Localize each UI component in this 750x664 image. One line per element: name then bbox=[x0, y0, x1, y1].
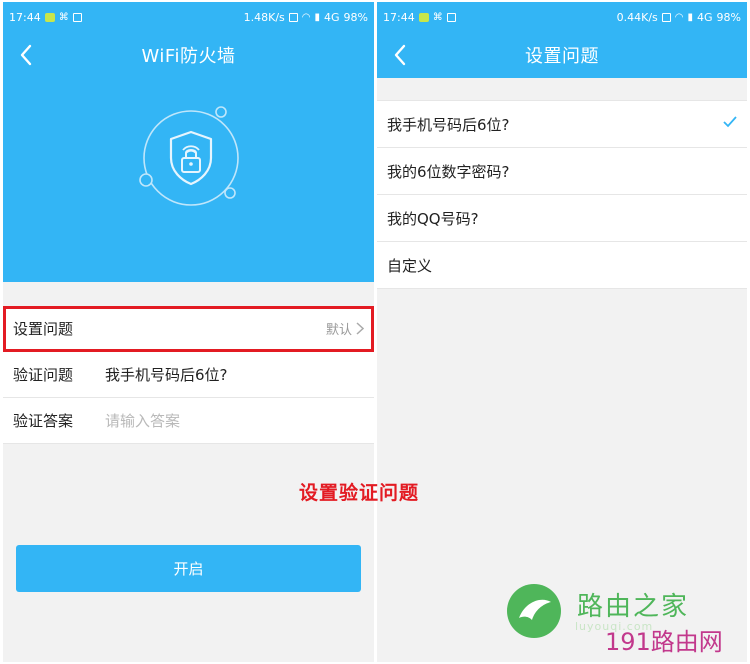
status-time: 17:44 bbox=[9, 10, 41, 24]
enable-button[interactable]: 开启 bbox=[16, 545, 361, 592]
wifi-icon: ◠ bbox=[674, 11, 684, 23]
title-bar: 设置问题 bbox=[377, 32, 747, 78]
left-screen: 17:44 ⌘ 1.48K/s ◠ ▮ 4G 98% WiFi防火墙 设置问题 … bbox=[3, 2, 374, 662]
hd-icon bbox=[288, 12, 298, 22]
back-arrow-icon[interactable] bbox=[15, 43, 39, 67]
question-option-label: 我手机号码后6位? bbox=[387, 115, 510, 134]
question-option-label: 我的QQ号码? bbox=[387, 209, 479, 228]
question-option[interactable]: 我的6位数字密码? bbox=[377, 148, 747, 195]
right-screen: 17:44 ⌘ 0.44K/s ◠ ▮ 4G 98% 设置问题 我手机号码后6位… bbox=[377, 2, 747, 662]
status-bar: 17:44 ⌘ 0.44K/s ◠ ▮ 4G 98% bbox=[377, 2, 747, 32]
annotation-caption: 设置验证问题 bbox=[299, 482, 420, 504]
network-type: 4G bbox=[697, 10, 713, 24]
answer-input[interactable]: 请输入答案 bbox=[105, 410, 180, 431]
chevron-right-icon bbox=[356, 322, 364, 335]
watermark: 路由之家 luyouqi.com 191路由网 bbox=[505, 582, 745, 662]
page-title: WiFi防火墙 bbox=[141, 46, 236, 67]
status-bar: 17:44 ⌘ 1.48K/s ◠ ▮ 4G 98% bbox=[3, 2, 374, 32]
wechat-icon bbox=[44, 12, 55, 22]
battery-level: 98% bbox=[716, 10, 741, 24]
firewall-hero bbox=[3, 78, 374, 282]
verify-answer-row: 验证答案 请输入答案 bbox=[3, 398, 374, 444]
signal-icon: ▮ bbox=[314, 11, 321, 23]
question-option-label: 自定义 bbox=[387, 256, 433, 275]
question-option[interactable]: 我的QQ号码? bbox=[377, 195, 747, 242]
verify-answer-label: 验证答案 bbox=[13, 412, 74, 430]
notification-icon: ⌘ bbox=[432, 11, 443, 23]
hd-icon bbox=[661, 12, 671, 22]
verify-question-label: 验证问题 bbox=[13, 366, 74, 384]
question-option[interactable]: 我手机号码后6位? bbox=[377, 101, 747, 148]
network-type: 4G bbox=[324, 10, 340, 24]
set-question-label: 设置问题 bbox=[13, 320, 74, 338]
shield-lock-icon bbox=[139, 106, 239, 206]
checkmark-icon bbox=[723, 116, 737, 128]
signal-icon: ▮ bbox=[687, 11, 694, 23]
wechat-icon bbox=[418, 12, 429, 22]
page-title: 设置问题 bbox=[525, 46, 599, 67]
question-option-label: 我的6位数字密码? bbox=[387, 162, 510, 181]
set-question-value: 默认 bbox=[325, 323, 352, 338]
verify-question-row: 验证问题 我手机号码后6位? bbox=[3, 352, 374, 398]
title-bar: WiFi防火墙 bbox=[3, 32, 374, 78]
status-time: 17:44 bbox=[383, 10, 415, 24]
battery-level: 98% bbox=[343, 10, 368, 24]
watermark-site: 191路由网 bbox=[605, 628, 723, 656]
security-question-form: 设置问题 默认 验证问题 我手机号码后6位? 验证答案 请输入答案 bbox=[3, 306, 374, 444]
app-icon bbox=[72, 12, 82, 22]
brand-logo-icon bbox=[507, 584, 561, 638]
network-speed: 1.48K/s bbox=[243, 10, 285, 24]
app-icon bbox=[446, 12, 456, 22]
back-arrow-icon[interactable] bbox=[389, 43, 413, 67]
notification-icon: ⌘ bbox=[58, 11, 69, 23]
set-question-row[interactable]: 设置问题 默认 bbox=[3, 306, 374, 352]
wifi-icon: ◠ bbox=[301, 11, 311, 23]
question-option[interactable]: 自定义 bbox=[377, 242, 747, 289]
watermark-brand: 路由之家 bbox=[577, 592, 690, 622]
question-options-list: 我手机号码后6位? 我的6位数字密码? 我的QQ号码? 自定义 bbox=[377, 100, 747, 289]
network-speed: 0.44K/s bbox=[616, 10, 658, 24]
verify-question-value: 我手机号码后6位? bbox=[105, 366, 228, 384]
